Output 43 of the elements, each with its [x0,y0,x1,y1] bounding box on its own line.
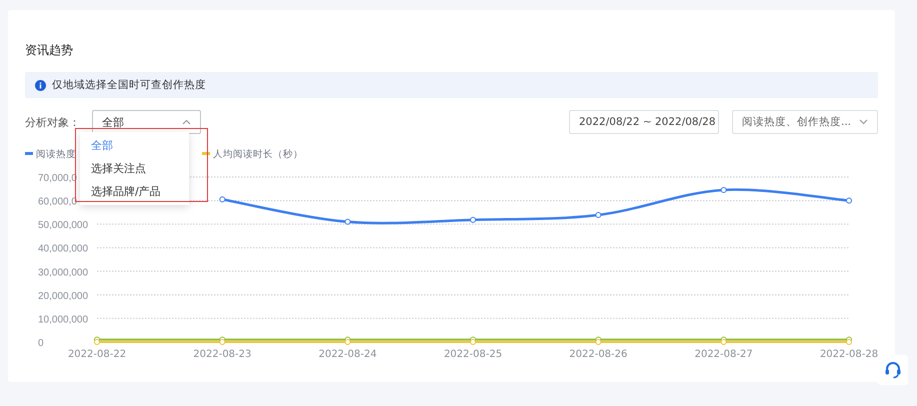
filter-label: 分析对象： [25,114,80,130]
point [219,339,226,345]
legend-label: 人均阅读时长（秒） [213,148,303,160]
legend-item[interactable]: 阅读热度 [25,149,76,160]
panel-title: 资讯趋势 [25,42,74,59]
point [94,339,100,345]
point [720,186,727,193]
y-axis-label: 10,000,000 [38,314,88,326]
notice-text: 仅地域选择全国时可查创作热度 [52,78,206,92]
point [846,198,852,204]
x-axis-label: 2022-08-26 [569,349,628,360]
x-axis-label: 2022-08-25 [444,349,502,360]
legend-label: 阅读热度 [36,148,76,160]
y-axis-label: 0 [38,338,44,349]
info-icon [35,80,46,90]
y-axis-label: 40,000,000 [38,244,88,255]
chevron-up-icon [182,119,191,125]
point [344,339,351,345]
y-axis-label: 30,000,000 [38,267,88,278]
menu-option[interactable]: 选择品牌/产品 [80,180,189,203]
point [720,339,727,345]
y-axis-label: 50,000,000 [38,220,88,232]
metric-select[interactable]: 阅读热度、创作热度... [732,110,878,134]
point [595,339,602,345]
point [219,196,226,202]
legend-item[interactable]: 人均阅读时长（秒） [202,149,303,160]
point [344,218,351,225]
menu-option[interactable]: 全部 [80,134,189,157]
point [470,216,476,223]
point [595,212,602,218]
menu-option[interactable]: 选择关注点 [80,157,189,180]
headset-icon[interactable] [884,361,902,379]
y-axis-label: 20,000,000 [38,290,88,302]
date-range-picker[interactable]: 2022/08/22 ~ 2022/08/28 [569,110,719,134]
x-axis-label: 2022-08-23 [193,349,252,360]
chevron-down-icon [859,119,868,125]
point [846,339,852,345]
y-axis-label: 60,000,0 [38,196,77,208]
x-axis-label: 2022-08-24 [318,349,377,360]
x-axis-label: 2022-08-22 [68,349,126,360]
point [470,339,476,345]
x-axis-label: 2022-08-27 [694,349,753,360]
x-axis-label: 2022-08-28 [820,349,878,360]
